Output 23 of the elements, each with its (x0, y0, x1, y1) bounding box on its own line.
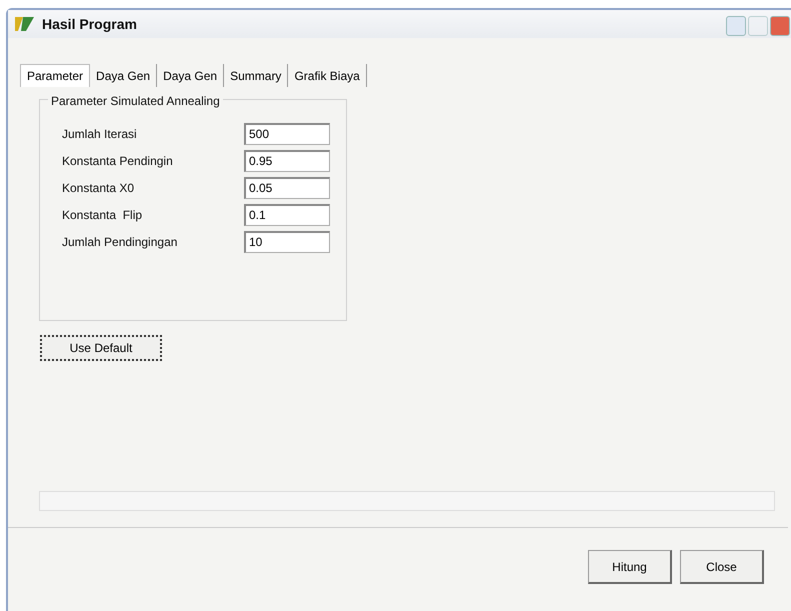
tab[interactable]: Summary (224, 64, 288, 87)
input-field[interactable]: 0.1 (244, 204, 330, 226)
use-default-button[interactable]: Use Default (40, 335, 162, 361)
tab[interactable]: Daya Gen (157, 64, 224, 87)
maximize-button[interactable] (748, 16, 768, 36)
field-label: Jumlah Iterasi (62, 126, 138, 142)
input-field[interactable]: 0.95 (244, 150, 330, 172)
input-field[interactable]: 10 (244, 230, 330, 252)
close-button[interactable] (770, 16, 790, 36)
tab[interactable]: Daya Gen (90, 64, 158, 87)
dialog-button[interactable]: Hitung (588, 550, 672, 584)
window-title: Hasil Program (42, 14, 137, 34)
tab[interactable]: Grafik Biaya (288, 64, 367, 87)
field-label: Konstanta Flip (62, 206, 144, 224)
minimize-button[interactable] (726, 16, 746, 36)
field-label: Konstanta Pendingin (62, 152, 174, 170)
dialog-button[interactable]: Close (680, 550, 764, 584)
app-icon (14, 15, 36, 33)
tab[interactable]: Parameter (20, 64, 90, 87)
field-label: Jumlah Pendingingan (62, 234, 178, 250)
input-field[interactable]: 500 (244, 122, 330, 144)
field-label: Konstanta X0 (62, 180, 136, 196)
input-field[interactable]: 0.05 (244, 176, 330, 198)
